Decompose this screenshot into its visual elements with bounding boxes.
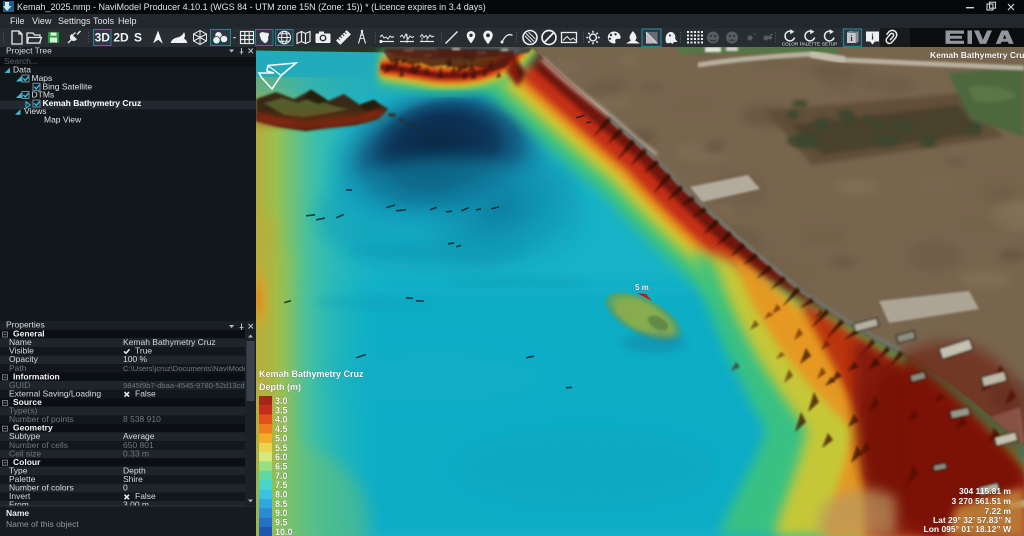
svg-text:100 %: 100 % <box>123 354 148 364</box>
svg-text:S: S <box>134 31 142 45</box>
svg-text:3 270 561.51 m: 3 270 561.51 m <box>951 496 1011 506</box>
svg-text:PALETTE: PALETTE <box>800 42 820 47</box>
svg-text:Name: Name <box>6 508 29 518</box>
svg-text:10.0: 10.0 <box>275 527 293 536</box>
svg-text:SETUP: SETUP <box>822 42 837 47</box>
svg-text:Map View: Map View <box>44 115 82 125</box>
svg-text:Data: Data <box>13 65 31 75</box>
svg-text:C:\Users\jcruz\Documents\NaviM: C:\Users\jcruz\Documents\NaviModel Produ… <box>123 364 256 373</box>
svg-text:0.33 m: 0.33 m <box>123 448 149 458</box>
svg-text:Depth (m): Depth (m) <box>259 382 301 392</box>
svg-text:COLOR: COLOR <box>782 42 799 47</box>
svg-text:5 m: 5 m <box>635 283 649 292</box>
svg-text:304 115.81 m: 304 115.81 m <box>959 486 1011 496</box>
svg-text:3D: 3D <box>95 31 111 45</box>
svg-text:2D: 2D <box>113 31 129 45</box>
svg-text:Name of this object: Name of this object <box>6 519 79 529</box>
svg-text:8 538 910: 8 538 910 <box>123 414 161 424</box>
svg-text:Kemah Bathymetry Cruz: Kemah Bathymetry Cruz <box>43 98 142 108</box>
svg-text:0: 0 <box>123 483 128 493</box>
svg-text:Project Tree: Project Tree <box>6 47 52 56</box>
svg-text:Kemah Bathymetry Cruz: Kemah Bathymetry Cruz <box>259 369 364 379</box>
svg-text:False: False <box>135 389 156 399</box>
svg-text:Kemah Bathymetry Cruz: Kemah Bathymetry Cruz <box>930 50 1024 60</box>
svg-text:Lon 095° 01’ 18.12” W: Lon 095° 01’ 18.12” W <box>924 524 1012 534</box>
